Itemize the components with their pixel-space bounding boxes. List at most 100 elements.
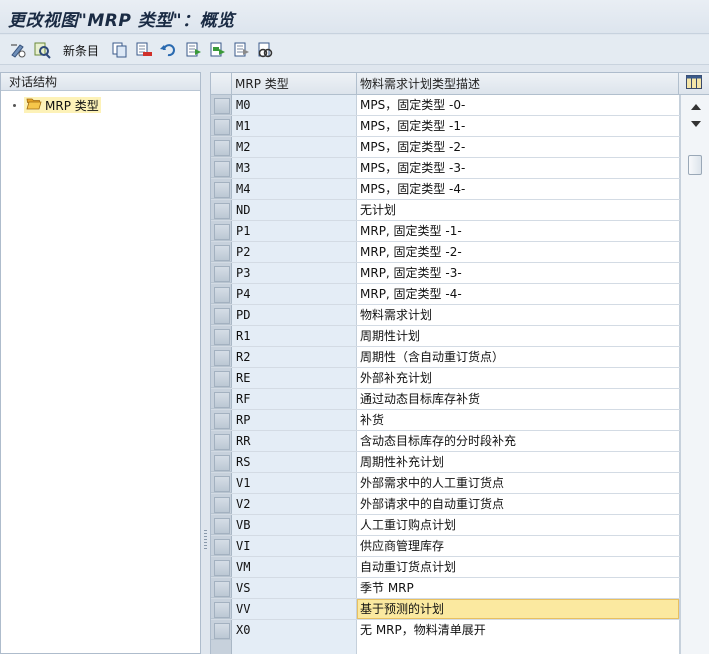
row-selector[interactable] — [211, 473, 232, 493]
column-header-description[interactable]: 物料需求计划类型描述 — [357, 73, 679, 95]
description-cell[interactable]: MPS，固定类型 -2- — [357, 137, 680, 157]
new-entries-button[interactable]: 新条目 — [60, 40, 102, 60]
row-selector[interactable] — [211, 368, 232, 388]
description-cell[interactable]: 补货 — [357, 410, 680, 430]
mrp-type-cell: VM — [232, 557, 357, 577]
table-row: M3 MPS，固定类型 -3- — [211, 158, 680, 179]
scroll-down-button[interactable] — [681, 115, 709, 133]
dialog-structure-pane: 对话结构 MRP 类型 — [0, 72, 201, 654]
description-cell[interactable]: 通过动态目标库存补货 — [357, 389, 680, 409]
description-cell[interactable]: 周期性计划 — [357, 326, 680, 346]
row-selector[interactable] — [211, 431, 232, 451]
scroll-up-button[interactable] — [681, 98, 709, 116]
row-selector[interactable] — [211, 326, 232, 346]
scroll-up-icon — [690, 104, 701, 110]
description-cell[interactable]: MPS，固定类型 -1- — [357, 116, 680, 136]
empty-description-cell[interactable] — [357, 640, 680, 654]
undo-icon[interactable] — [158, 40, 178, 60]
row-selector[interactable] — [211, 263, 232, 283]
description-cell[interactable]: MPS，固定类型 -4- — [357, 179, 680, 199]
description-cell[interactable]: 周期性补充计划 — [357, 452, 680, 472]
description-cell[interactable]: 周期性（含自动重订货点） — [357, 347, 680, 367]
row-selector[interactable] — [211, 284, 232, 304]
description-cell[interactable]: MPS，固定类型 -3- — [357, 158, 680, 178]
description-cell[interactable]: 无计划 — [357, 200, 680, 220]
description-cell[interactable]: 自动重订货点计划 — [357, 557, 680, 577]
table-row: V1 外部需求中的人工重订货点 — [211, 473, 680, 494]
tree-bullet-icon — [13, 103, 16, 107]
edit-display-icon[interactable] — [8, 40, 28, 60]
row-selector[interactable] — [211, 116, 232, 136]
description-cell[interactable]: MPS，固定类型 -0- — [357, 95, 680, 115]
row-selector[interactable] — [211, 242, 232, 262]
mrp-type-cell: VI — [232, 536, 357, 556]
row-selector[interactable] — [211, 389, 232, 409]
row-selector[interactable] — [211, 410, 232, 430]
description-cell[interactable]: 含动态目标库存的分时段补充 — [357, 431, 680, 451]
column-header-mrp-type[interactable]: MRP 类型 — [232, 73, 357, 95]
row-selector[interactable] — [211, 95, 232, 115]
delete-icon[interactable] — [134, 40, 154, 60]
row-selector[interactable] — [211, 452, 232, 472]
description-cell[interactable]: 基于预测的计划 — [357, 599, 680, 619]
description-cell[interactable]: 外部补充计划 — [357, 368, 680, 388]
select-all-icon[interactable] — [184, 40, 204, 60]
description-cell[interactable]: 外部请求中的自动重订货点 — [357, 494, 680, 514]
pane-splitter[interactable] — [201, 72, 210, 654]
table-row: X0 无 MRP，物料清单展开 — [211, 620, 680, 641]
select-all-rows-button[interactable] — [211, 73, 232, 94]
row-selector[interactable] — [211, 578, 232, 598]
table-row: P4 MRP, 固定类型 -4- — [211, 284, 680, 305]
description-cell[interactable]: MRP, 固定类型 -1- — [357, 221, 680, 241]
other-icon[interactable] — [256, 40, 276, 60]
row-selector[interactable] — [211, 200, 232, 220]
description-cell[interactable]: 季节 MRP — [357, 578, 680, 598]
row-selector[interactable] — [211, 620, 232, 640]
deselect-all-icon[interactable] — [232, 40, 252, 60]
splitter-grip-icon[interactable] — [204, 530, 207, 550]
vertical-scrollbar[interactable] — [680, 95, 709, 654]
mrp-type-cell: P2 — [232, 242, 357, 262]
scroll-thumb[interactable] — [688, 155, 702, 175]
table-row: RP 补货 — [211, 410, 680, 431]
description-cell[interactable]: 物料需求计划 — [357, 305, 680, 325]
description-cell[interactable]: 无 MRP，物料清单展开 — [357, 620, 680, 640]
empty-table-row — [211, 640, 680, 654]
find-icon[interactable] — [32, 40, 52, 60]
mrp-type-cell: M1 — [232, 116, 357, 136]
description-cell[interactable]: 外部需求中的人工重订货点 — [357, 473, 680, 493]
row-selector[interactable] — [211, 305, 232, 325]
copy-icon[interactable] — [110, 40, 130, 60]
description-cell[interactable]: 供应商管理库存 — [357, 536, 680, 556]
row-selector[interactable] — [211, 137, 232, 157]
mrp-type-cell: R2 — [232, 347, 357, 367]
table-row: RS 周期性补充计划 — [211, 452, 680, 473]
row-selector[interactable] — [211, 536, 232, 556]
description-cell[interactable]: 人工重订购点计划 — [357, 515, 680, 535]
select-block-icon[interactable] — [208, 40, 228, 60]
row-selector[interactable] — [211, 494, 232, 514]
description-cell[interactable]: MRP, 固定类型 -3- — [357, 263, 680, 283]
row-selector[interactable] — [211, 221, 232, 241]
empty-code-cell — [232, 640, 357, 654]
table-row: M2 MPS，固定类型 -2- — [211, 137, 680, 158]
window-title: 更改视图"MRP 类型"：概览 — [8, 11, 235, 31]
row-selector[interactable] — [211, 640, 232, 654]
row-selector[interactable] — [211, 515, 232, 535]
folder-open-icon — [26, 97, 42, 113]
row-selector[interactable] — [211, 179, 232, 199]
mrp-type-cell: PD — [232, 305, 357, 325]
mrp-type-cell: P3 — [232, 263, 357, 283]
row-selector[interactable] — [211, 347, 232, 367]
tree-item-mrp-type[interactable]: MRP 类型 — [13, 97, 101, 113]
description-cell[interactable]: MRP, 固定类型 -4- — [357, 284, 680, 304]
table-settings-button[interactable] — [679, 73, 709, 94]
tree-node[interactable]: MRP 类型 — [24, 97, 101, 113]
row-selector[interactable] — [211, 158, 232, 178]
table-row: VI 供应商管理库存 — [211, 536, 680, 557]
row-selector[interactable] — [211, 599, 232, 619]
table-row: M0 MPS，固定类型 -0- — [211, 95, 680, 116]
row-selector[interactable] — [211, 557, 232, 577]
description-cell[interactable]: MRP, 固定类型 -2- — [357, 242, 680, 262]
mrp-type-cell: X0 — [232, 620, 357, 640]
